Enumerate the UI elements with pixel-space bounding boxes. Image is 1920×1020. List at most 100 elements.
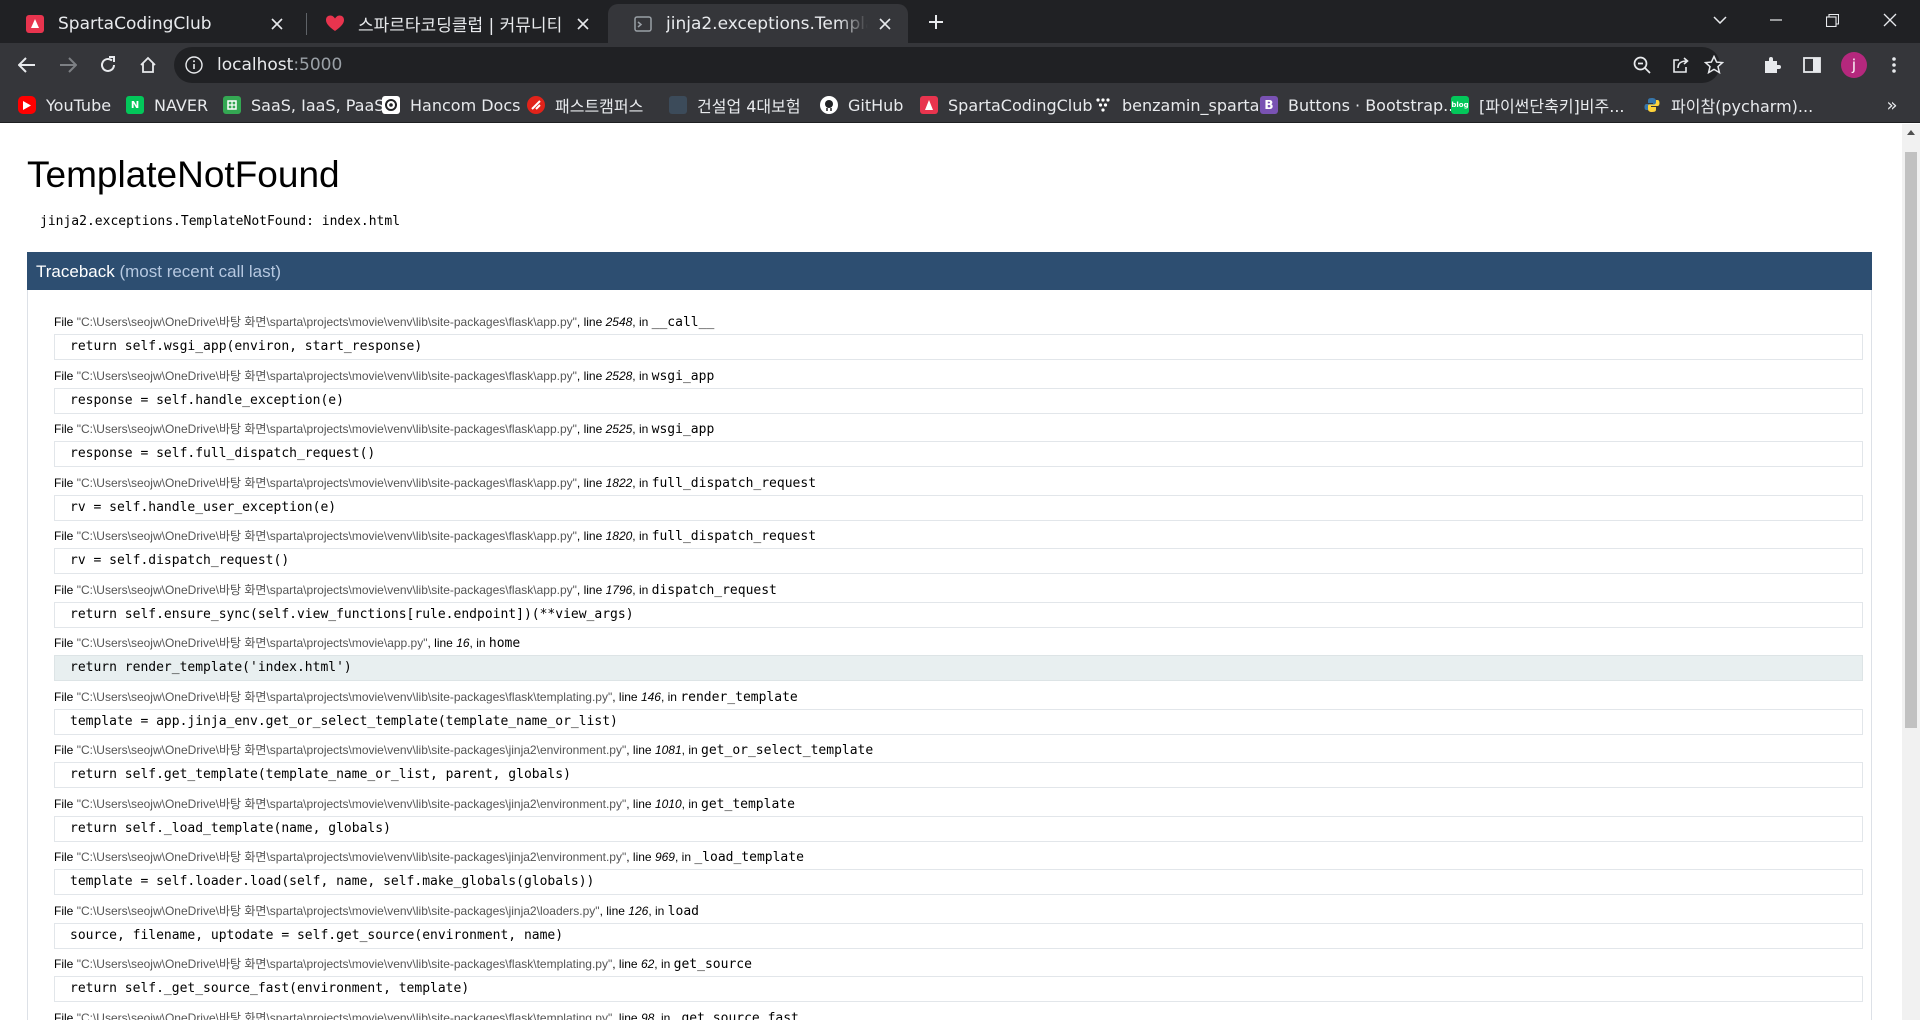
bookmark-github[interactable]: GitHub bbox=[820, 93, 903, 117]
source-line[interactable]: source, filename, uptodate = self.get_so… bbox=[54, 922, 1863, 949]
source-line[interactable]: return self._load_template(name, globals… bbox=[54, 815, 1863, 842]
source-line[interactable]: template = app.jinja_env.get_or_select_t… bbox=[54, 708, 1863, 735]
file-path[interactable]: "C:\Users\seojw\OneDrive\바탕 화면\sparta\pr… bbox=[77, 904, 600, 918]
file-path[interactable]: "C:\Users\seojw\OneDrive\바탕 화면\sparta\pr… bbox=[77, 1011, 613, 1020]
frame-location: File "C:\Users\seojw\OneDrive\바탕 화면\spar… bbox=[54, 529, 817, 544]
file-path[interactable]: "C:\Users\seojw\OneDrive\바탕 화면\sparta\pr… bbox=[77, 957, 613, 971]
file-keyword: File bbox=[54, 368, 74, 383]
tab-close-icon[interactable] bbox=[266, 13, 288, 35]
bookmark-pycharm[interactable]: 파이참(pycharm)... bbox=[1643, 93, 1813, 117]
address-bar[interactable]: localhost:5000 bbox=[174, 47, 1724, 83]
source-line[interactable]: return self._get_source_fast(environment… bbox=[54, 976, 1863, 1002]
url-text[interactable]: localhost:5000 bbox=[217, 55, 342, 75]
error-message: jinja2.exceptions.TemplateNotFound: inde… bbox=[40, 214, 401, 229]
traceback-frame[interactable]: File "C:\Users\seojw\OneDrive\바탕 화면\spar… bbox=[54, 901, 1863, 954]
file-path[interactable]: "C:\Users\seojw\OneDrive\바탕 화면\sparta\pr… bbox=[77, 850, 627, 864]
tab-search-button[interactable] bbox=[1692, 0, 1748, 40]
line-number: 1081 bbox=[654, 743, 682, 757]
in-keyword: in bbox=[638, 422, 649, 436]
file-path[interactable]: "C:\Users\seojw\OneDrive\바탕 화면\sparta\pr… bbox=[77, 529, 577, 543]
page-icon bbox=[669, 96, 687, 114]
traceback-frame[interactable]: File "C:\Users\seojw\OneDrive\바탕 화면\spar… bbox=[54, 687, 1863, 740]
tab-close-icon[interactable] bbox=[874, 13, 896, 35]
vertical-scrollbar[interactable] bbox=[1902, 124, 1920, 1020]
zoom-icon[interactable] bbox=[1630, 53, 1654, 77]
reload-button[interactable] bbox=[92, 49, 124, 81]
bookmark-saas[interactable]: SaaS, IaaS, PaaS bbox=[223, 93, 384, 117]
traceback-frame[interactable]: File "C:\Users\seojw\OneDrive\바탕 화면\spar… bbox=[54, 473, 1863, 526]
source-line[interactable]: return self.ensure_sync(self.view_functi… bbox=[54, 601, 1863, 628]
minimize-button[interactable] bbox=[1748, 0, 1804, 40]
file-path[interactable]: "C:\Users\seojw\OneDrive\바탕 화면\sparta\pr… bbox=[77, 369, 577, 383]
traceback-frame[interactable]: File "C:\Users\seojw\OneDrive\바탕 화면\spar… bbox=[54, 847, 1863, 900]
bookmark-python-shortcuts[interactable]: blog [파이썬단축키]비주... bbox=[1451, 93, 1625, 117]
traceback-frame[interactable]: File "C:\Users\seojw\OneDrive\바탕 화면\spar… bbox=[54, 526, 1863, 579]
line-keyword: line bbox=[434, 636, 453, 650]
source-line[interactable]: rv = self.dispatch_request() bbox=[54, 548, 1863, 574]
scrollbar-thumb[interactable] bbox=[1905, 152, 1917, 728]
share-icon[interactable] bbox=[1669, 53, 1693, 77]
home-icon bbox=[140, 56, 156, 73]
in-keyword: in bbox=[688, 796, 698, 811]
bookmark-naver[interactable]: N NAVER bbox=[126, 93, 208, 117]
back-button[interactable] bbox=[11, 49, 43, 81]
traceback-frame[interactable]: File "C:\Users\seojw\OneDrive\바탕 화면\spar… bbox=[54, 366, 1863, 419]
profile-avatar[interactable]: j bbox=[1841, 52, 1867, 78]
traceback-frame[interactable]: File "C:\Users\seojw\OneDrive\바탕 화면\spar… bbox=[54, 633, 1863, 686]
source-line[interactable]: return self.get_template(template_name_o… bbox=[54, 762, 1863, 788]
source-line[interactable]: response = self.full_dispatch_request() bbox=[54, 441, 1863, 467]
restore-button[interactable] bbox=[1804, 0, 1860, 40]
bookmark-label: Buttons · Bootstrap... bbox=[1288, 95, 1459, 115]
side-panel-button[interactable] bbox=[1796, 49, 1828, 81]
bookmark-spartacodingclub[interactable]: SpartaCodingClub bbox=[920, 93, 1093, 117]
source-line[interactable]: rv = self.handle_user_exception(e) bbox=[54, 494, 1863, 521]
in-keyword: in bbox=[660, 957, 671, 971]
arrow-left-icon bbox=[18, 57, 35, 73]
traceback-frame[interactable]: File "C:\Users\seojw\OneDrive\바탕 화면\spar… bbox=[54, 580, 1863, 633]
new-tab-button[interactable] bbox=[922, 8, 950, 36]
traceback-header[interactable]: Traceback (most recent call last) bbox=[27, 252, 1872, 290]
file-path[interactable]: "C:\Users\seojw\OneDrive\바탕 화면\sparta\pr… bbox=[77, 690, 613, 704]
file-path[interactable]: "C:\Users\seojw\OneDrive\바탕 화면\sparta\pr… bbox=[77, 422, 577, 436]
file-keyword: File bbox=[54, 582, 74, 597]
bookmark-fastcampus[interactable]: 패스트캠퍼스 bbox=[527, 93, 643, 117]
traceback-frame[interactable]: File "C:\Users\seojw\OneDrive\바탕 화면\spar… bbox=[54, 1008, 1863, 1020]
bookmark-star-icon[interactable] bbox=[1702, 53, 1726, 77]
sparta-favicon-icon bbox=[24, 13, 46, 35]
traceback-frame[interactable]: File "C:\Users\seojw\OneDrive\바탕 화면\spar… bbox=[54, 794, 1863, 847]
extensions-button[interactable] bbox=[1756, 49, 1788, 81]
tab-sparta-community[interactable]: 스파르타코딩클럽 | 커뮤니티 bbox=[300, 4, 606, 43]
traceback-frame[interactable]: File "C:\Users\seojw\OneDrive\바탕 화면\spar… bbox=[54, 419, 1863, 472]
bookmark-construction[interactable]: 건설업 4대보험 bbox=[669, 93, 801, 117]
line-number: 1822 bbox=[605, 475, 633, 490]
bookmark-benzamin-sparta[interactable]: benzamin_sparta bbox=[1094, 93, 1259, 117]
tab-error-page[interactable]: jinja2.exceptions.TemplateNotFound: inde… bbox=[608, 4, 908, 43]
file-path[interactable]: "C:\Users\seojw\OneDrive\바탕 화면\sparta\pr… bbox=[77, 636, 428, 650]
file-path[interactable]: "C:\Users\seojw\OneDrive\바탕 화면\sparta\pr… bbox=[77, 743, 627, 757]
home-button[interactable] bbox=[132, 49, 164, 81]
traceback-frame[interactable]: File "C:\Users\seojw\OneDrive\바탕 화면\spar… bbox=[54, 740, 1863, 793]
bookmarks-overflow-button[interactable]: » bbox=[1880, 93, 1904, 117]
traceback-frame[interactable]: File "C:\Users\seojw\OneDrive\바탕 화면\spar… bbox=[54, 312, 1863, 365]
tab-sparta[interactable]: SpartaCodingClub bbox=[0, 4, 300, 43]
file-path[interactable]: "C:\Users\seojw\OneDrive\바탕 화면\sparta\pr… bbox=[77, 797, 627, 811]
info-icon[interactable] bbox=[184, 55, 204, 75]
source-line[interactable]: return self.wsgi_app(environ, start_resp… bbox=[54, 334, 1863, 360]
file-path[interactable]: "C:\Users\seojw\OneDrive\바탕 화면\sparta\pr… bbox=[77, 315, 577, 329]
file-path[interactable]: "C:\Users\seojw\OneDrive\바탕 화면\sparta\pr… bbox=[77, 476, 577, 490]
close-window-button[interactable] bbox=[1862, 0, 1918, 40]
menu-button[interactable] bbox=[1878, 49, 1910, 81]
bookmark-hancom-docs[interactable]: Hancom Docs bbox=[382, 93, 520, 117]
source-line[interactable]: template = self.loader.load(self, name, … bbox=[54, 869, 1863, 895]
forward-button[interactable] bbox=[52, 49, 84, 81]
source-line[interactable]: return render_template('index.html') bbox=[54, 655, 1863, 681]
hancom-icon bbox=[382, 96, 400, 114]
traceback-frame[interactable]: File "C:\Users\seojw\OneDrive\바탕 화면\spar… bbox=[54, 954, 1863, 1007]
scroll-up-arrow-icon[interactable] bbox=[1902, 124, 1920, 141]
tab-close-icon[interactable] bbox=[572, 13, 594, 35]
frame-location: File "C:\Users\seojw\OneDrive\바탕 화면\spar… bbox=[54, 368, 715, 384]
source-line[interactable]: response = self.handle_exception(e) bbox=[54, 387, 1863, 414]
file-path[interactable]: "C:\Users\seojw\OneDrive\바탕 화면\sparta\pr… bbox=[77, 583, 577, 597]
bookmark-youtube[interactable]: YouTube bbox=[18, 93, 111, 117]
bookmark-bootstrap[interactable]: B Buttons · Bootstrap... bbox=[1260, 93, 1458, 117]
